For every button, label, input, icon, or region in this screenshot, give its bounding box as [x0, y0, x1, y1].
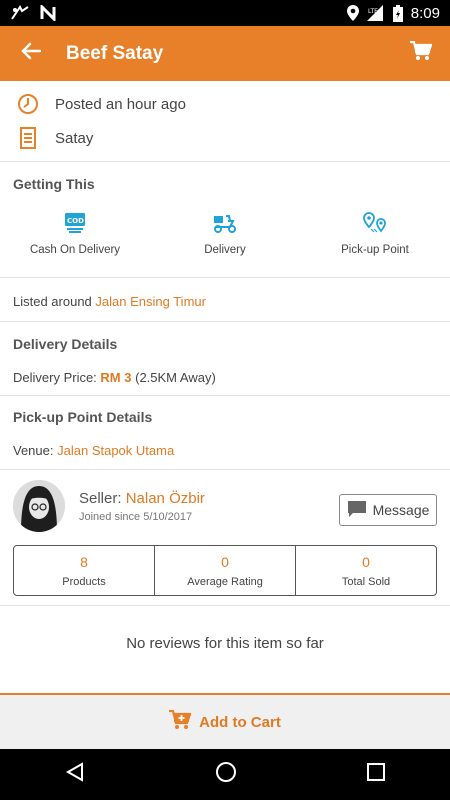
- clock-time: 8:09: [410, 4, 440, 22]
- signal-icon: LTE: [366, 5, 385, 21]
- add-to-cart-label: Add to Cart: [199, 713, 281, 731]
- svg-text:LTE: LTE: [368, 8, 378, 15]
- no-sim-icon: [10, 5, 30, 21]
- location-icon: [346, 5, 359, 21]
- delivery-price-label: Delivery Price:: [13, 370, 97, 385]
- battery-icon: [392, 4, 403, 22]
- chat-bubble-icon: [347, 500, 367, 521]
- app-bar: Beef Satay: [0, 26, 450, 81]
- cod-icon: COD: [64, 210, 86, 236]
- posted-text: Posted an hour ago: [55, 95, 186, 113]
- cart-button[interactable]: [392, 26, 450, 81]
- stat-value: 0: [362, 553, 370, 570]
- add-to-cart-button[interactable]: Add to Cart: [0, 693, 450, 749]
- venue-label: Venue:: [13, 443, 54, 458]
- listed-around: Listed around Jalan Ensing Timur: [0, 294, 450, 309]
- seller-label: Seller:: [79, 489, 122, 507]
- category-row: Satay: [0, 121, 450, 155]
- back-button[interactable]: [0, 26, 62, 81]
- option-delivery: Delivery: [155, 210, 295, 256]
- stat-total-sold: 0 Total Sold: [296, 546, 436, 595]
- stat-products: 8 Products: [14, 546, 155, 595]
- notification-n-icon: [40, 5, 58, 21]
- category-text: Satay: [55, 129, 94, 147]
- delivery-price-value: RM 3: [100, 370, 132, 385]
- seller-stats: 8 Products 0 Average Rating 0 Total Sold: [13, 545, 437, 596]
- item-summary: Posted an hour ago Satay: [0, 81, 450, 162]
- delivery-details-title: Delivery Details: [13, 336, 118, 352]
- stat-value: 8: [80, 553, 88, 570]
- page-title: Beef Satay: [66, 42, 164, 64]
- message-label: Message: [372, 502, 430, 518]
- stat-value: 0: [221, 553, 229, 570]
- getting-this-section: Getting This COD Cash On Delivery Delive…: [0, 162, 450, 278]
- seller-avatar[interactable]: [13, 480, 65, 532]
- option-pickup-point: Pick-up Point: [305, 210, 445, 256]
- arrow-left-icon: [21, 42, 42, 65]
- map-pin-icon: [362, 210, 388, 236]
- delivery-details-section: Delivery Details Delivery Price: RM 3 (2…: [0, 322, 450, 396]
- getting-this-title: Getting This: [13, 176, 95, 192]
- clock-icon: [16, 92, 40, 116]
- message-button[interactable]: Message: [339, 494, 437, 526]
- listed-place-link[interactable]: Jalan Ensing Timur: [95, 294, 206, 309]
- seller-section: Seller: Nalan Özbir Joined since 5/10/20…: [0, 470, 450, 606]
- seller-name-link[interactable]: Nalan Özbir: [126, 490, 205, 507]
- posted-row: Posted an hour ago: [0, 87, 450, 121]
- pickup-details-section: Pick-up Point Details Venue: Jalan Stapo…: [0, 396, 450, 470]
- option-label: Cash On Delivery: [29, 244, 121, 256]
- option-cash-on-delivery: COD Cash On Delivery: [5, 210, 145, 256]
- seller-joined: Joined since 5/10/2017: [79, 510, 193, 523]
- pickup-details-title: Pick-up Point Details: [13, 409, 153, 425]
- svg-text:COD: COD: [67, 217, 84, 225]
- stat-average-rating: 0 Average Rating: [155, 546, 296, 595]
- listed-prefix: Listed around: [13, 294, 92, 309]
- delivery-scooter-icon: [212, 210, 238, 236]
- venue-link[interactable]: Jalan Stapok Utama: [57, 443, 174, 458]
- nav-home-icon[interactable]: [215, 761, 237, 788]
- venue-row: Venue: Jalan Stapok Utama: [0, 443, 450, 458]
- system-nav-bar: [0, 749, 450, 800]
- delivery-price-row: Delivery Price: RM 3 (2.5KM Away): [0, 370, 450, 385]
- location-section: Listed around Jalan Ensing Timur: [0, 278, 450, 322]
- status-bar: LTE 8:09: [0, 0, 450, 26]
- option-label: Pick-up Point: [341, 244, 409, 256]
- document-icon: [16, 126, 40, 150]
- stat-label: Products: [62, 575, 106, 588]
- stat-label: Total Sold: [341, 575, 391, 588]
- nav-back-icon[interactable]: [65, 762, 85, 787]
- nav-recents-icon[interactable]: [367, 763, 385, 786]
- cart-plus-icon: [169, 709, 192, 735]
- stat-label: Average Rating: [187, 575, 263, 588]
- delivery-distance: (2.5KM Away): [135, 370, 216, 385]
- no-reviews-text: No reviews for this item so far: [126, 635, 324, 652]
- seller-name-row: Seller: Nalan Özbir: [79, 490, 205, 507]
- shopping-cart-icon: [410, 40, 433, 66]
- option-label: Delivery: [204, 244, 246, 256]
